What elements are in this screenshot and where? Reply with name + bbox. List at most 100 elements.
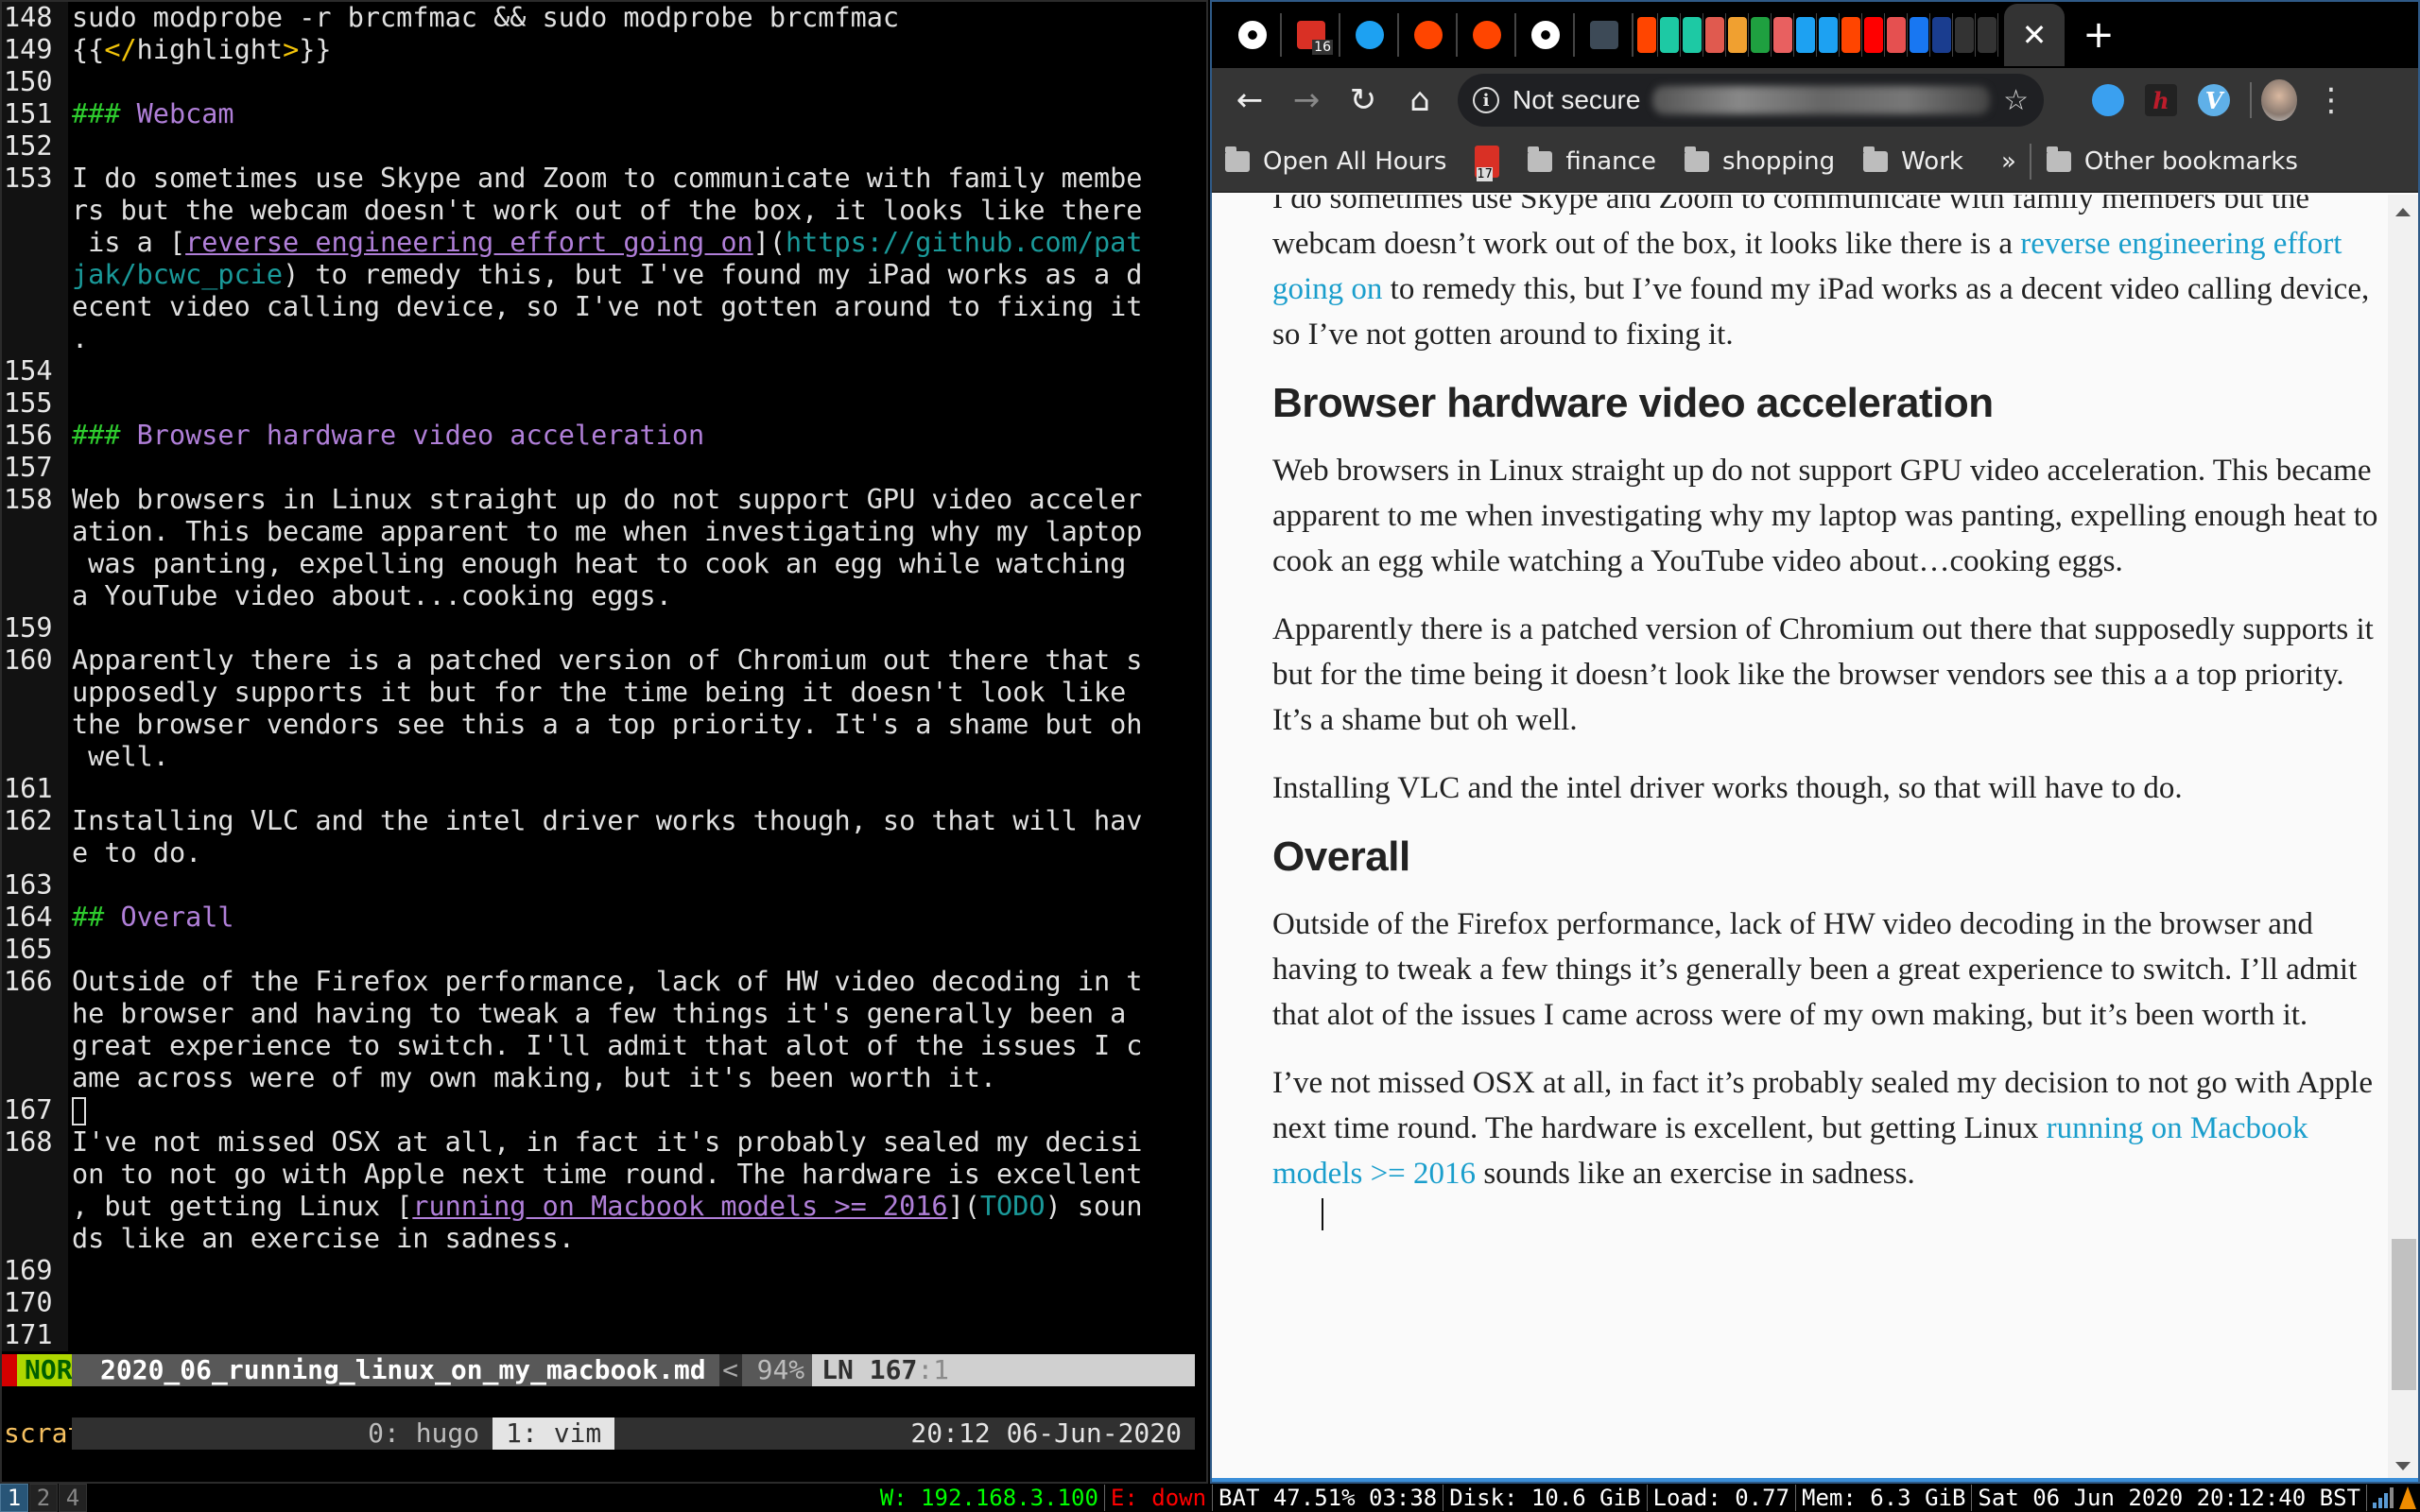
browser-tab[interactable] (1885, 13, 1908, 57)
scroll-down-arrow-icon[interactable] (2395, 1462, 2411, 1470)
line-text[interactable] (68, 612, 1206, 644)
line-text[interactable] (68, 452, 1206, 484)
bookmark-item[interactable]: finance (1528, 146, 1656, 176)
line-text[interactable] (68, 1287, 1206, 1319)
bookmarks-overflow-button[interactable]: » (2001, 147, 2016, 176)
line-text[interactable]: ## Overall (68, 902, 1206, 934)
line-text[interactable]: ation. This became apparent to me when i… (68, 516, 1206, 548)
browser-tab[interactable] (1930, 13, 1953, 57)
browser-tab[interactable] (1862, 13, 1885, 57)
line-text[interactable]: was panting, expelling enough heat to co… (68, 548, 1206, 580)
line-text[interactable]: ds like an exercise in sadness. (68, 1223, 1206, 1255)
line-text[interactable] (68, 1094, 1206, 1126)
tmux-window-tab[interactable]: 1: vim (493, 1418, 615, 1450)
line-text[interactable]: I've not missed OSX at all, in fact it's… (68, 1126, 1206, 1159)
workspace-button[interactable]: 1 (0, 1484, 28, 1512)
browser-tab[interactable] (1703, 13, 1726, 57)
line-text[interactable] (68, 934, 1206, 966)
browser-tab[interactable] (1794, 13, 1817, 57)
url-text-redacted[interactable] (1653, 86, 1991, 114)
line-text[interactable]: . (68, 323, 1206, 355)
browser-tab[interactable] (1953, 13, 1976, 57)
menu-kebab-icon[interactable]: ⋮ (2312, 81, 2350, 119)
browser-window[interactable]: 16 ✕ + ← → ↻ ⌂ i Not secure ☆ hV ⋮ Open … (1210, 0, 2420, 1484)
scrollbar-thumb[interactable] (2392, 1239, 2416, 1391)
line-text[interactable]: the browser vendors see this a a top pri… (68, 709, 1206, 741)
bookmark-item[interactable]: Open All Hours (1225, 146, 1446, 176)
line-text[interactable] (68, 773, 1206, 805)
forward-button[interactable]: → (1278, 72, 1335, 129)
new-tab-button[interactable]: + (2065, 13, 2133, 57)
active-tab[interactable]: ✕ (2004, 4, 2065, 66)
tmux-window-tab[interactable]: 0: hugo (354, 1418, 493, 1450)
browser-tab[interactable] (1518, 13, 1575, 57)
hypothesis-extension-button[interactable]: h (2135, 74, 2187, 127)
browser-tab[interactable] (1342, 13, 1399, 57)
line-text[interactable]: ### Webcam (68, 98, 1206, 130)
workspace-button[interactable]: 2 (29, 1484, 58, 1512)
page-content[interactable]: I do sometimes use Skype and Zoom to com… (1212, 195, 2388, 1482)
line-text[interactable]: well. (68, 741, 1206, 773)
browser-tab[interactable] (1840, 13, 1862, 57)
browser-tab[interactable] (1772, 13, 1794, 57)
line-text[interactable] (68, 66, 1206, 98)
scroll-up-arrow-icon[interactable] (2395, 208, 2411, 216)
line-text[interactable]: ecent video calling device, so I've not … (68, 291, 1206, 323)
info-icon[interactable]: i (1473, 87, 1499, 113)
workspace-button[interactable]: 4 (59, 1484, 87, 1512)
browser-tab[interactable] (1635, 13, 1658, 57)
bookmark-item[interactable]: shopping (1684, 146, 1835, 176)
line-text[interactable]: ame across were of my own making, but it… (68, 1062, 1206, 1094)
line-text[interactable]: great experience to switch. I'll admit t… (68, 1030, 1206, 1062)
line-text[interactable]: I do sometimes use Skype and Zoom to com… (68, 163, 1206, 195)
vim-buffer[interactable]: 148 sudo modprobe -r brcmfmac && sudo mod… (2, 2, 1206, 1351)
network-signal-icon[interactable] (2373, 1487, 2394, 1508)
browser-tab[interactable]: 16 (1284, 13, 1340, 57)
bookmark-star-icon[interactable]: ☆ (2003, 84, 2029, 117)
line-text[interactable]: , but getting Linux [running on Macbook … (68, 1191, 1206, 1223)
browser-tab[interactable] (1681, 13, 1703, 57)
line-text[interactable]: Installing VLC and the intel driver work… (68, 805, 1206, 837)
line-text[interactable]: {{</highlight>}} (68, 34, 1206, 66)
line-text[interactable] (68, 869, 1206, 902)
close-tab-icon[interactable]: ✕ (2022, 17, 2048, 53)
line-text[interactable]: sudo modprobe -r brcmfmac && sudo modpro… (68, 2, 1206, 34)
line-text[interactable] (68, 130, 1206, 163)
line-text[interactable]: rs but the webcam doesn't work out of th… (68, 195, 1206, 227)
browser-tab[interactable] (1658, 13, 1681, 57)
line-text[interactable]: Web browsers in Linux straight up do not… (68, 484, 1206, 516)
line-text[interactable] (68, 355, 1206, 387)
line-text[interactable] (68, 1319, 1206, 1351)
address-bar[interactable]: i Not secure ☆ (1458, 74, 2044, 127)
line-text[interactable]: upposedly supports it but for the time b… (68, 677, 1206, 709)
password-manager-extension-button[interactable] (2082, 74, 2135, 127)
browser-tab[interactable] (1908, 13, 1930, 57)
browser-tab[interactable] (1976, 13, 1998, 57)
other-bookmarks[interactable]: Other bookmarks (2046, 146, 2298, 176)
vlc-icon[interactable] (2399, 1486, 2416, 1509)
browser-tab[interactable] (1225, 13, 1282, 57)
bookmark-item[interactable]: Work (1863, 146, 1963, 176)
browser-tab[interactable] (1726, 13, 1749, 57)
line-text[interactable]: on to not go with Apple next time round.… (68, 1159, 1206, 1191)
line-text[interactable] (68, 1255, 1206, 1287)
browser-tab[interactable] (1401, 13, 1458, 57)
browser-tab[interactable] (1577, 13, 1634, 57)
browser-tab[interactable] (1460, 13, 1516, 57)
line-text[interactable]: he browser and having to tweak a few thi… (68, 998, 1206, 1030)
line-text[interactable]: Apparently there is a patched version of… (68, 644, 1206, 677)
back-button[interactable]: ← (1221, 72, 1278, 129)
browser-tab[interactable] (1817, 13, 1840, 57)
line-text[interactable]: a YouTube video about...cooking eggs. (68, 580, 1206, 612)
profile-avatar[interactable] (2261, 79, 2297, 121)
browser-tab[interactable] (1749, 13, 1772, 57)
line-text[interactable]: is a [reverse engineering effort going o… (68, 227, 1206, 259)
vimium-extension-button[interactable]: V (2187, 74, 2240, 127)
line-text[interactable]: ### Browser hardware video acceleration (68, 420, 1206, 452)
line-text[interactable]: e to do. (68, 837, 1206, 869)
line-text[interactable]: Outside of the Firefox performance, lack… (68, 966, 1206, 998)
reload-button[interactable]: ↻ (1335, 72, 1392, 129)
bookmark-item[interactable]: 17 (1475, 146, 1500, 181)
terminal-window[interactable]: 148 sudo modprobe -r brcmfmac && sudo mod… (0, 0, 1208, 1484)
line-text[interactable] (68, 387, 1206, 420)
